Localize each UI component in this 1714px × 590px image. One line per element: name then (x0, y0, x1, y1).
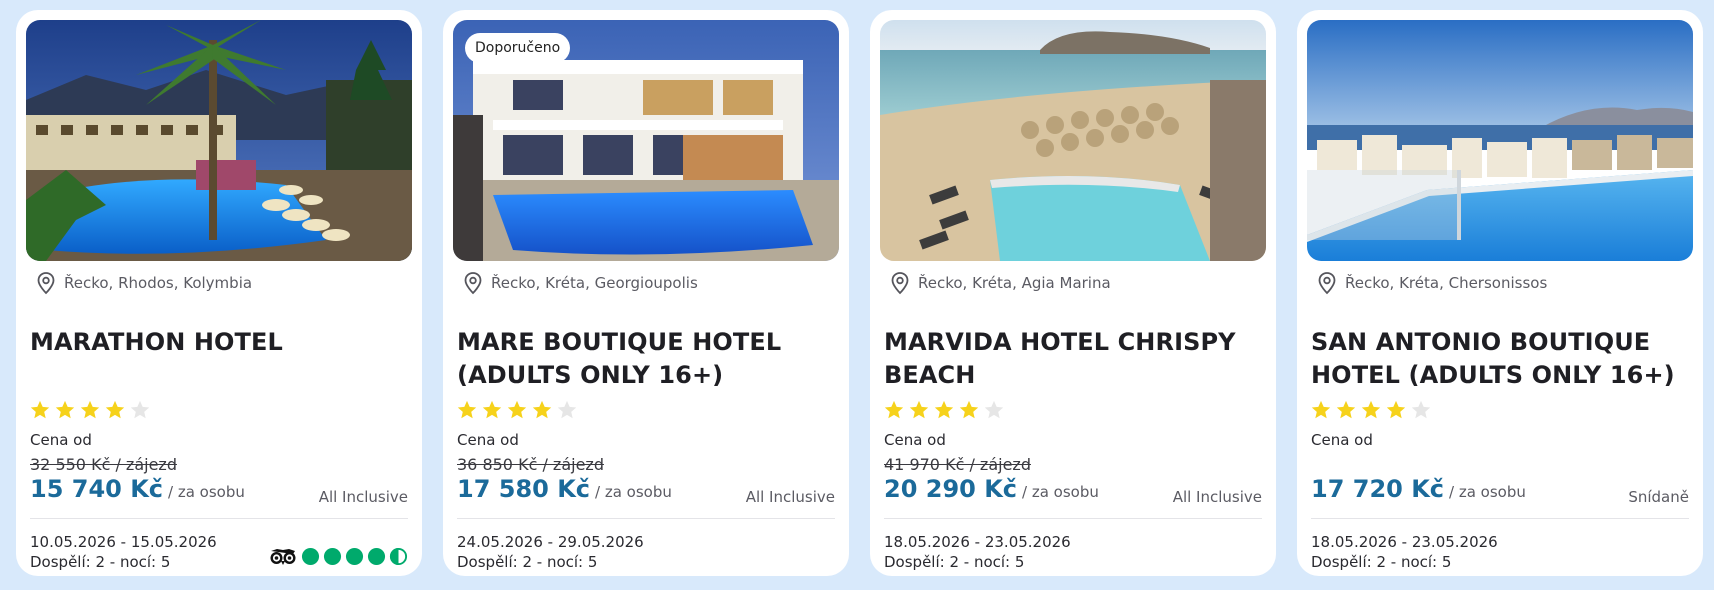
map-pin-icon (1318, 272, 1336, 295)
rating-bubble-icon (345, 547, 364, 565)
price-amount: 17 720 Kč (1311, 475, 1445, 503)
price-amount: 17 580 Kč (457, 475, 591, 503)
old-price: 41 970 Kč / zájezd (884, 455, 1031, 474)
price-unit: / za osobu (1449, 483, 1526, 501)
location-text: Řecko, Kréta, Agia Marina (918, 274, 1111, 292)
hotel-name[interactable]: MARE BOUTIQUE HOTEL (ADULTS ONLY 16+) (457, 326, 837, 392)
price-from-label: Cena od (1311, 431, 1373, 449)
travel-dates: 18.05.2026 - 23.05.2026 (1311, 533, 1498, 551)
star-icon (909, 400, 929, 419)
hotel-card[interactable]: Doporučeno Řecko, Kréta, Georgioupolis M… (443, 10, 849, 576)
star-icon (105, 400, 125, 419)
star-rating (1310, 399, 1432, 421)
location-text: Řecko, Kréta, Georgioupolis (491, 274, 698, 292)
divider (457, 518, 835, 519)
hotel-name[interactable]: MARATHON HOTEL (30, 326, 410, 359)
price-amount: 15 740 Kč (30, 475, 164, 503)
travel-dates: 18.05.2026 - 23.05.2026 (884, 533, 1071, 551)
star-icon (80, 400, 100, 419)
board-type: All Inclusive (318, 488, 408, 506)
hotel-photo[interactable] (26, 20, 412, 261)
star-rating (456, 399, 578, 421)
star-icon (1386, 400, 1406, 419)
travellers-nights: Dospělí: 2 - nocí: 5 (884, 553, 1025, 571)
hotel-photo[interactable] (1307, 20, 1693, 261)
rating-bubble-icon (301, 547, 320, 565)
price: 15 740 Kč / za osobu (30, 475, 245, 503)
hotel-photo[interactable] (880, 20, 1266, 261)
star-empty-icon (130, 400, 150, 419)
old-price: 32 550 Kč / zájezd (30, 455, 177, 474)
rating-bubble-icon (323, 547, 342, 565)
travellers-nights: Dospělí: 2 - nocí: 5 (1311, 553, 1452, 571)
map-pin-icon (464, 272, 482, 295)
divider (884, 518, 1262, 519)
map-pin-icon (37, 272, 55, 295)
star-empty-icon (557, 400, 577, 419)
hotel-name[interactable]: MARVIDA HOTEL CHRISPY BEACH (884, 326, 1264, 392)
board-type: All Inclusive (745, 488, 835, 506)
price-unit: / za osobu (1022, 483, 1099, 501)
star-icon (1336, 400, 1356, 419)
star-icon (884, 400, 904, 419)
price-amount: 20 290 Kč (884, 475, 1018, 503)
old-price: 36 850 Kč / zájezd (457, 455, 604, 474)
hotel-card-list: Řecko, Rhodos, Kolymbia MARATHON HOTEL C… (16, 10, 1703, 576)
divider (1311, 518, 1689, 519)
star-icon (532, 400, 552, 419)
price-from-label: Cena od (884, 431, 946, 449)
location-text: Řecko, Kréta, Chersonissos (1345, 274, 1548, 292)
divider (30, 518, 408, 519)
map-pin-icon (891, 272, 909, 295)
star-icon (934, 400, 954, 419)
price-unit: / za osobu (168, 483, 245, 501)
price: 17 720 Kč / za osobu (1311, 475, 1526, 503)
price-from-label: Cena od (30, 431, 92, 449)
recommended-badge: Doporučeno (465, 33, 571, 63)
tripadvisor-owl-icon (270, 549, 296, 565)
price-unit: / za osobu (595, 483, 672, 501)
price: 20 290 Kč / za osobu (884, 475, 1099, 503)
board-type: All Inclusive (1172, 488, 1262, 506)
board-type: Snídaně (1628, 488, 1689, 506)
star-icon (55, 400, 75, 419)
star-icon (507, 400, 527, 419)
star-icon (959, 400, 979, 419)
location-row: Řecko, Rhodos, Kolymbia (36, 271, 412, 295)
price-from-label: Cena od (457, 431, 519, 449)
rating-bubble-icon (367, 547, 386, 565)
travellers-nights: Dospělí: 2 - nocí: 5 (30, 553, 171, 571)
price: 17 580 Kč / za osobu (457, 475, 672, 503)
star-empty-icon (1411, 400, 1431, 419)
star-icon (1311, 400, 1331, 419)
location-row: Řecko, Kréta, Georgioupolis (463, 271, 839, 295)
star-rating (29, 399, 151, 421)
hotel-card[interactable]: Řecko, Kréta, Agia Marina MARVIDA HOTEL … (870, 10, 1276, 576)
star-icon (457, 400, 477, 419)
location-row: Řecko, Kréta, Agia Marina (890, 271, 1266, 295)
tripadvisor-rating[interactable] (268, 546, 408, 566)
hotel-card[interactable]: Řecko, Kréta, Chersonissos SAN ANTONIO B… (1297, 10, 1703, 576)
location-text: Řecko, Rhodos, Kolymbia (64, 274, 253, 292)
travel-dates: 10.05.2026 - 15.05.2026 (30, 533, 217, 551)
location-row: Řecko, Kréta, Chersonissos (1317, 271, 1693, 295)
hotel-card[interactable]: Řecko, Rhodos, Kolymbia MARATHON HOTEL C… (16, 10, 422, 576)
hotel-name[interactable]: SAN ANTONIO BOUTIQUE HOTEL (ADULTS ONLY … (1311, 326, 1691, 392)
star-rating (883, 399, 1005, 421)
travel-dates: 24.05.2026 - 29.05.2026 (457, 533, 644, 551)
hotel-photo[interactable]: Doporučeno (453, 20, 839, 261)
travellers-nights: Dospělí: 2 - nocí: 5 (457, 553, 598, 571)
star-icon (30, 400, 50, 419)
star-empty-icon (984, 400, 1004, 419)
star-icon (482, 400, 502, 419)
rating-bubble-half-icon (389, 547, 408, 565)
star-icon (1361, 400, 1381, 419)
